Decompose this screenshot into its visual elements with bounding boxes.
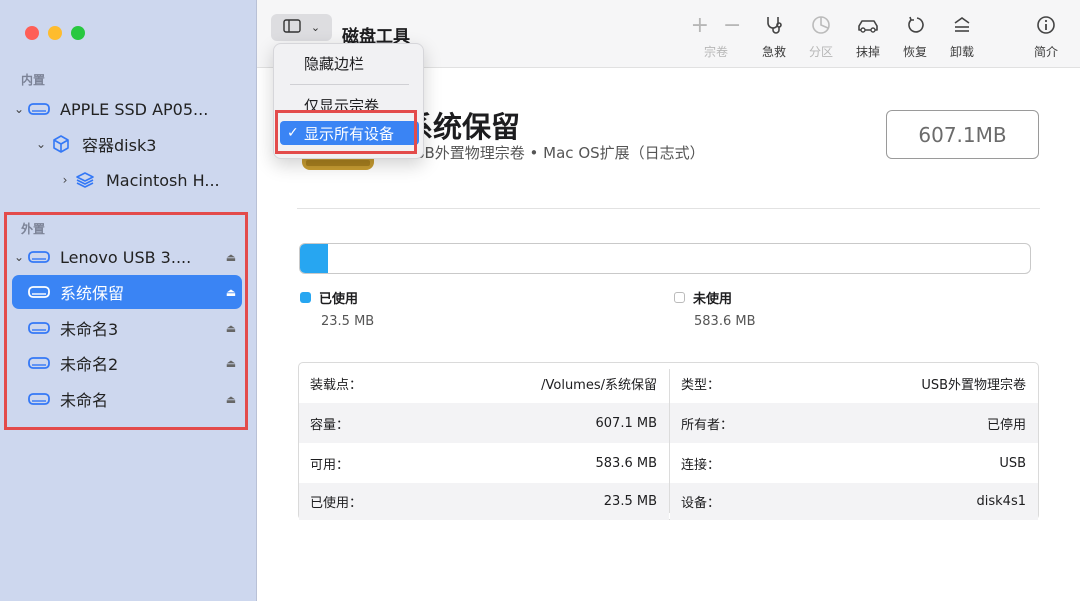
used-legend-label: 已使用 — [319, 292, 359, 307]
sidebar-item-apple-ssd[interactable]: ⌄ APPLE SSD AP05... — [12, 92, 242, 126]
eraser-car-icon — [842, 14, 894, 36]
info-key: 连接： — [681, 457, 721, 473]
first-aid-button[interactable]: 急救 — [748, 14, 800, 60]
used-value: 23.5 MB — [321, 314, 375, 329]
chevron-down-icon[interactable]: ⌄ — [12, 102, 26, 116]
external-highlight-box — [4, 212, 248, 430]
chevron-down-icon: ⌄ — [310, 21, 321, 34]
capacity-box: 607.1MB — [886, 110, 1039, 159]
sidebar-item-label: Macintosh H... — [106, 170, 220, 190]
info-value: disk4s1 — [976, 494, 1026, 509]
view-menu-button[interactable]: ⌄ — [271, 14, 332, 41]
sidebar-item-macintosh-hd[interactable]: › Macintosh H... — [58, 163, 242, 197]
minimize-window-button[interactable] — [48, 26, 62, 40]
info-value: USB外置物理宗卷 — [921, 377, 1026, 393]
internal-section-label: 内置 — [21, 73, 46, 87]
info-value: 23.5 MB — [603, 494, 657, 509]
info-key: 装载点： — [310, 377, 363, 393]
unmount-button[interactable]: 卸载 — [936, 14, 988, 60]
info-button[interactable]: 简介 — [1020, 14, 1072, 60]
info-key: 容量： — [310, 417, 350, 433]
stethoscope-icon — [748, 14, 800, 36]
info-value: 已停用 — [986, 417, 1026, 433]
partition-button[interactable]: 分区 — [795, 14, 847, 60]
unmount-label: 卸载 — [949, 45, 974, 59]
erase-label: 抹掉 — [855, 45, 880, 59]
free-color-swatch — [674, 292, 685, 303]
zoom-window-button[interactable] — [71, 26, 85, 40]
window-controls — [25, 26, 85, 40]
info-row-owners: 所有者： 已停用 — [670, 403, 1038, 443]
info-key: 已使用： — [310, 496, 363, 511]
info-key: 类型： — [681, 377, 721, 393]
disk-drive-icon — [26, 99, 52, 119]
volume-subtitle: USB外置物理宗卷 • Mac OS扩展（日志式） — [404, 144, 705, 162]
info-value: 607.1 MB — [595, 415, 657, 431]
chevron-right-icon[interactable]: › — [58, 173, 72, 187]
sidebar-item-label: APPLE SSD AP05... — [60, 99, 209, 119]
info-icon — [1020, 14, 1072, 36]
unmount-icon — [936, 14, 988, 36]
close-window-button[interactable] — [25, 26, 39, 40]
usage-bar — [299, 243, 1031, 274]
partition-label: 分区 — [808, 45, 833, 59]
erase-button[interactable]: 抹掉 — [842, 14, 894, 60]
header-divider — [297, 208, 1040, 209]
volume-button[interactable]: + − 宗卷 — [690, 12, 742, 60]
info-table: 装载点： /Volumes/系统保留 容量： 607.1 MB 可用： 583.… — [298, 362, 1039, 520]
info-row-type: 类型： USB外置物理宗卷 — [670, 363, 1038, 403]
info-label: 简介 — [1033, 45, 1058, 59]
info-row-available: 可用： 583.6 MB — [299, 443, 669, 483]
menu-highlight-box — [275, 110, 417, 154]
restore-label: 恢复 — [902, 45, 927, 59]
info-key: 设备： — [681, 496, 721, 511]
volume-button-label: 宗卷 — [703, 45, 728, 59]
free-value: 583.6 MB — [694, 314, 756, 329]
info-row-mount-point: 装载点： /Volumes/系统保留 — [299, 363, 669, 403]
info-row-used: 已使用： 23.5 MB — [299, 483, 669, 520]
restore-icon — [889, 14, 941, 36]
info-value: /Volumes/系统保留 — [541, 377, 657, 393]
info-row-capacity: 容量： 607.1 MB — [299, 403, 669, 443]
free-legend-label: 未使用 — [693, 292, 733, 307]
used-color-swatch — [300, 292, 311, 303]
info-value: USB — [999, 455, 1026, 471]
pie-chart-icon — [795, 14, 847, 36]
info-key: 可用： — [310, 457, 350, 473]
menu-separator — [290, 84, 409, 85]
sidebar-item-label: 容器disk3 — [82, 136, 157, 155]
used-legend: 已使用 — [300, 288, 358, 307]
sidebar-item-container-disk3[interactable]: ⌄ 容器disk3 — [34, 127, 242, 161]
restore-button[interactable]: 恢复 — [889, 14, 941, 60]
menu-item-hide-sidebar[interactable]: 隐藏边栏 — [280, 51, 419, 75]
first-aid-label: 急救 — [761, 45, 786, 59]
free-legend: 未使用 — [674, 288, 732, 307]
usage-bar-used-fill — [300, 244, 329, 273]
info-value: 583.6 MB — [595, 455, 657, 471]
info-row-connection: 连接： USB — [670, 443, 1038, 483]
plus-minus-icon: + − — [690, 12, 742, 38]
info-key: 所有者： — [681, 417, 734, 433]
chevron-down-icon[interactable]: ⌄ — [34, 137, 48, 151]
container-cube-icon — [48, 134, 74, 154]
menu-item-label: 隐藏边栏 — [304, 54, 365, 73]
info-row-device: 设备： disk4s1 — [670, 483, 1038, 520]
sidebar-toggle-icon — [283, 18, 301, 37]
layers-volume-icon — [72, 170, 98, 190]
